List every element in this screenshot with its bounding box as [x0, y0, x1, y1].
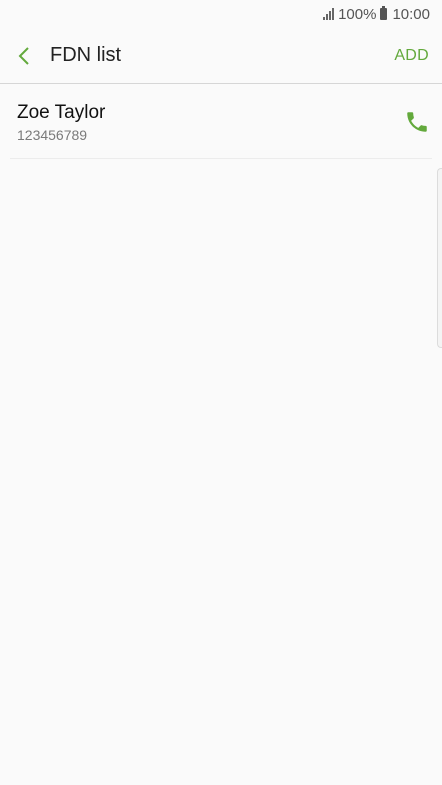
edge-panel-handle[interactable] — [437, 168, 442, 348]
chevron-left-icon — [18, 46, 29, 65]
add-button[interactable]: ADD — [394, 47, 429, 65]
battery-icon — [380, 6, 388, 20]
call-button[interactable] — [404, 108, 430, 136]
fdn-list: Zoe Taylor 123456789 — [0, 86, 442, 159]
phone-icon — [407, 112, 427, 132]
signal-icon — [323, 8, 335, 20]
app-bar: FDN list ADD — [0, 28, 442, 84]
status-bar: 100% 10:00 — [0, 0, 442, 28]
contact-name: Zoe Taylor — [17, 102, 106, 123]
back-button[interactable] — [0, 28, 48, 84]
page-title: FDN list — [50, 44, 122, 66]
battery-percentage: 100% — [338, 5, 377, 23]
clock: 10:00 — [392, 5, 430, 23]
contact-number: 123456789 — [17, 127, 88, 143]
list-item[interactable]: Zoe Taylor 123456789 — [10, 86, 432, 159]
